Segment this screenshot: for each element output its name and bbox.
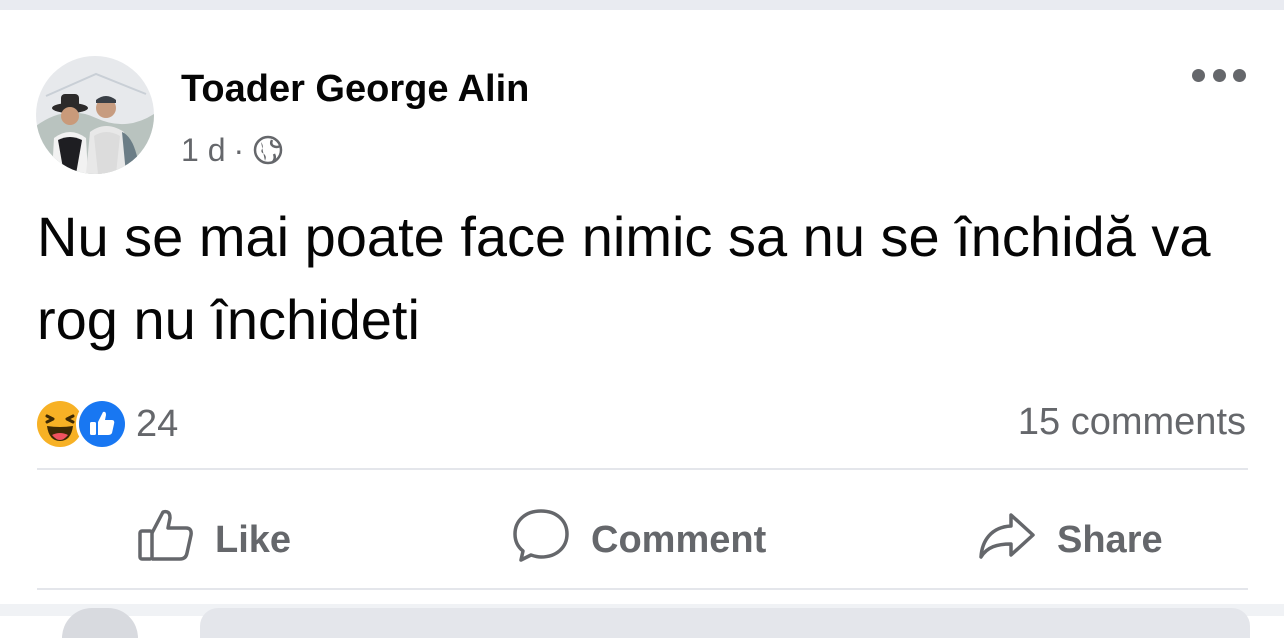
like-label: Like — [215, 518, 292, 561]
comments-count-link[interactable]: 15 comments — [1018, 401, 1246, 444]
author-name[interactable]: Toader George Alin — [181, 68, 529, 111]
reactions-summary[interactable]: 24 — [34, 396, 178, 452]
dot-icon — [1233, 68, 1246, 82]
reaction-count: 24 — [136, 402, 179, 445]
divider — [37, 468, 1248, 470]
like-button[interactable]: Like — [137, 509, 292, 568]
comment-label: Comment — [591, 518, 767, 561]
post-card: Toader George Alin 1 d · Nu se mai poate… — [0, 10, 1284, 604]
share-arrow-icon — [977, 507, 1057, 573]
avatar — [62, 608, 138, 638]
globe-icon[interactable] — [252, 134, 284, 166]
dot-icon — [1192, 68, 1205, 82]
meta-separator: · — [233, 131, 245, 168]
author-avatar[interactable] — [36, 56, 154, 174]
speech-bubble-icon — [511, 507, 591, 573]
top-separator — [0, 0, 1284, 10]
divider — [37, 588, 1248, 590]
comment-input[interactable] — [200, 608, 1250, 638]
post-body-text: Nu se mai poate face nimic sa nu se înch… — [37, 205, 1211, 351]
action-bar: Like Comment Share — [37, 484, 1248, 594]
like-reaction-icon — [76, 398, 128, 450]
thumbs-up-outline-icon — [137, 507, 215, 573]
share-label: Share — [1057, 518, 1163, 561]
comment-composer-peek — [0, 604, 1284, 638]
more-options-icon[interactable] — [1192, 64, 1246, 86]
share-button[interactable]: Share — [977, 512, 1163, 568]
post-meta: 1 d · — [181, 130, 284, 170]
comment-button[interactable]: Comment — [511, 509, 767, 568]
dot-icon — [1212, 68, 1226, 82]
post-timestamp[interactable]: 1 d — [181, 132, 225, 169]
